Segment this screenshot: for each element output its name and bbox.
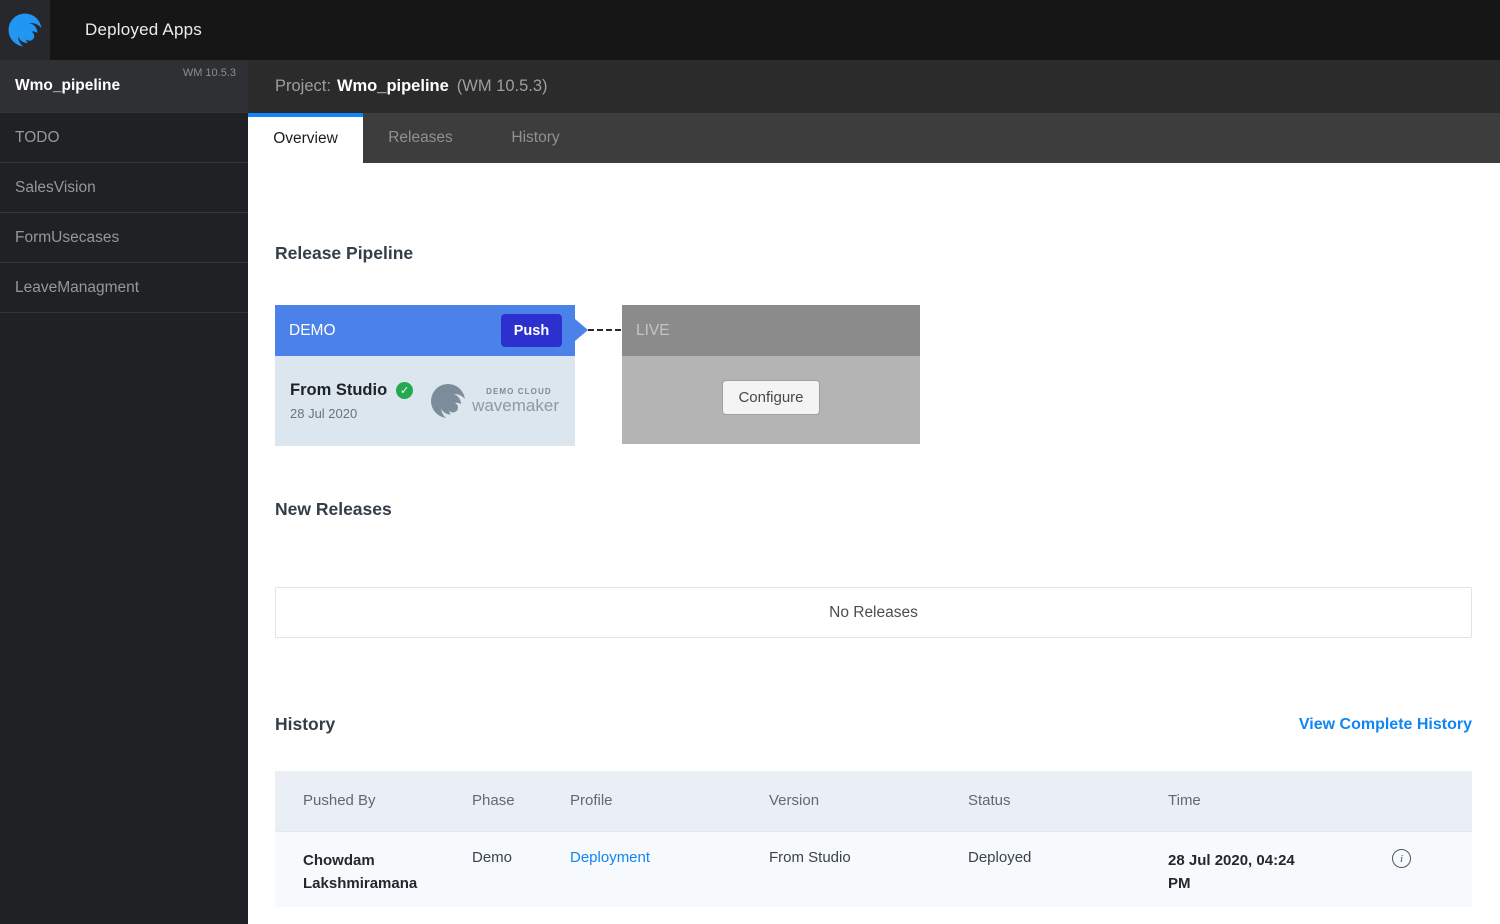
live-phase-name: LIVE (636, 322, 670, 340)
pipeline-arrow-icon (575, 319, 588, 341)
cell-version: From Studio (769, 831, 968, 907)
history-table-header-row: Pushed By Phase Profile Version Status T… (275, 771, 1472, 831)
demo-phase-header: DEMO Push (275, 305, 575, 356)
sidebar-item-leavemanagment[interactable]: LeaveManagment (0, 263, 248, 313)
demo-phase-name: DEMO (289, 322, 336, 340)
wavemaker-wordmark: wavemaker (472, 396, 559, 416)
cell-status: Deployed (968, 831, 1168, 907)
no-releases-text: No Releases (829, 604, 918, 622)
tab-bar: Overview Releases History (248, 113, 1500, 163)
history-title: History (275, 714, 335, 735)
sidebar-item-wmo-pipeline[interactable]: WM 10.5.3 Wmo_pipeline (0, 60, 248, 113)
demo-deploy-date: 28 Jul 2020 (290, 406, 413, 421)
sidebar-item-label: LeaveManagment (15, 279, 139, 297)
top-bar: Deployed Apps (0, 0, 1500, 60)
cell-profile: Deployment (570, 831, 769, 907)
sidebar: WM 10.5.3 Wmo_pipeline TODO SalesVision … (0, 60, 248, 924)
wavemaker-brand-text: DEMO CLOUD wavemaker (472, 387, 559, 416)
view-complete-history-link[interactable]: View Complete History (1299, 716, 1472, 734)
sidebar-item-label: FormUsecases (15, 229, 119, 247)
project-header: Project: Wmo_pipeline (WM 10.5.3) (248, 60, 1500, 113)
cell-pushed-by: Chowdam Lakshmiramana (275, 831, 472, 907)
sidebar-item-version: WM 10.5.3 (183, 67, 236, 79)
new-releases-title: New Releases (275, 499, 1472, 520)
configure-button[interactable]: Configure (722, 380, 819, 415)
wavemaker-logo-icon (6, 11, 44, 49)
demo-phase-card: DEMO Push From Studio ✓ 28 Jul 2020 (275, 305, 575, 446)
project-name: Wmo_pipeline (337, 77, 449, 95)
release-pipeline-title: Release Pipeline (275, 243, 1472, 264)
demo-cloud-label: DEMO CLOUD (486, 387, 559, 396)
column-profile: Profile (570, 771, 769, 831)
deployment-profile-link[interactable]: Deployment (570, 849, 650, 866)
info-icon[interactable]: i (1392, 849, 1411, 868)
tab-releases[interactable]: Releases (363, 113, 478, 163)
column-status: Status (968, 771, 1168, 831)
column-pushed-by: Pushed By (275, 771, 472, 831)
sidebar-item-todo[interactable]: TODO (0, 113, 248, 163)
live-phase-card: LIVE Configure (622, 305, 920, 444)
app-title: Deployed Apps (50, 0, 202, 60)
tab-overview[interactable]: Overview (248, 113, 363, 163)
column-time: Time (1168, 771, 1392, 831)
live-phase-header: LIVE (622, 305, 920, 356)
history-header: History View Complete History (275, 714, 1472, 735)
push-button[interactable]: Push (501, 314, 562, 347)
main-area: Project: Wmo_pipeline (WM 10.5.3) Overview… (248, 60, 1500, 924)
live-phase-body: Configure (622, 356, 920, 444)
no-releases-box: No Releases (275, 587, 1472, 638)
demo-version-name: From Studio (290, 381, 387, 400)
project-label: Project: (275, 77, 331, 95)
wavemaker-logo[interactable] (0, 0, 50, 60)
demo-deploy-info: From Studio ✓ 28 Jul 2020 (290, 381, 413, 421)
sidebar-item-salesvision[interactable]: SalesVision (0, 163, 248, 213)
sidebar-item-label: Wmo_pipeline (15, 77, 120, 95)
pipeline-connector (575, 305, 622, 446)
pipeline-dashed-line (588, 329, 621, 331)
cell-info: i (1392, 831, 1472, 907)
project-version: (WM 10.5.3) (457, 77, 548, 95)
column-version: Version (769, 771, 968, 831)
wavemaker-cloud-icon (428, 381, 468, 421)
demo-cloud-brand: DEMO CLOUD wavemaker (428, 381, 559, 421)
sidebar-item-label: TODO (15, 129, 60, 147)
column-info (1392, 771, 1472, 831)
tab-history[interactable]: History (478, 113, 593, 163)
history-table: Pushed By Phase Profile Version Status T… (275, 771, 1472, 907)
cell-time: 28 Jul 2020, 04:24 PM (1168, 831, 1392, 907)
sidebar-item-formusecases[interactable]: FormUsecases (0, 213, 248, 263)
column-phase: Phase (472, 771, 570, 831)
success-check-icon: ✓ (396, 382, 413, 399)
history-table-row: Chowdam Lakshmiramana Demo Deployment Fr… (275, 831, 1472, 907)
demo-phase-body: From Studio ✓ 28 Jul 2020 (275, 356, 575, 446)
sidebar-item-label: SalesVision (15, 179, 96, 197)
release-pipeline: DEMO Push From Studio ✓ 28 Jul 2020 (275, 305, 1472, 446)
content: Release Pipeline DEMO Push From Studio ✓… (248, 243, 1500, 907)
cell-phase: Demo (472, 831, 570, 907)
